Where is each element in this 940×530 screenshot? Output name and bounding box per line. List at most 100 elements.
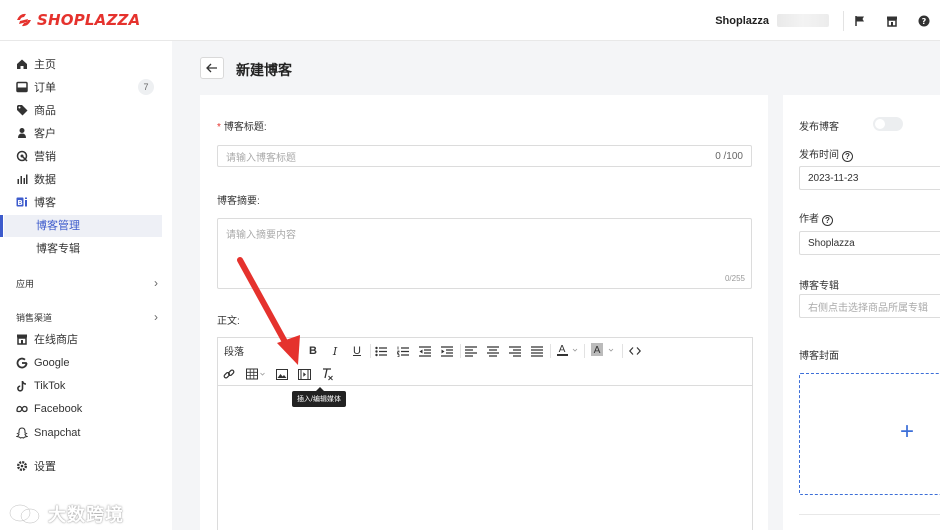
author-value: Shoplazza (808, 237, 855, 249)
sidebar-subitem-blog-albums[interactable]: 博客专辑 (4, 238, 162, 260)
align-center-icon[interactable] (486, 343, 500, 359)
sidebar-item-blog[interactable]: B 博客 (16, 192, 158, 212)
snapchat-icon (16, 427, 28, 439)
sidebar-item-home[interactable]: 主页 (16, 54, 158, 74)
shoplazza-logo[interactable]: SHOPLAZZA (15, 11, 140, 29)
image-icon[interactable] (275, 366, 289, 382)
sidebar-item-customers[interactable]: 客户 (16, 123, 158, 143)
store-domain-blurred (777, 14, 829, 27)
summary-label: 博客摘要: (217, 196, 260, 207)
shoplazza-logo-icon (17, 13, 31, 27)
meta-icon (16, 405, 28, 413)
publish-label: 发布博客 (799, 122, 839, 133)
cover-upload-area[interactable]: + (799, 373, 940, 495)
numbered-list-icon[interactable] (396, 343, 410, 359)
plus-icon: + (900, 418, 915, 445)
watermark: 大数跨境 (8, 501, 124, 527)
link-icon[interactable] (222, 366, 236, 382)
sidebar-item-marketing[interactable]: 营销 (16, 146, 158, 166)
sidebar-item-settings[interactable]: 设置 (16, 456, 158, 476)
publish-time-label: 发布时间? (799, 146, 853, 162)
question-icon[interactable]: ? (842, 151, 853, 162)
bullet-list-icon[interactable] (374, 343, 388, 359)
chevron-right-icon: › (154, 310, 158, 324)
bold-icon[interactable]: B (306, 343, 320, 359)
album-select[interactable]: 右侧点击选择商品所属专辑 (799, 294, 940, 318)
store-icon (17, 334, 27, 345)
sidebar-item-label: 商品 (34, 105, 56, 117)
home-icon (17, 59, 27, 69)
clear-format-icon[interactable] (320, 366, 334, 382)
back-button[interactable] (200, 57, 224, 79)
title-char-counter: 0 /100 (715, 150, 743, 162)
question-icon[interactable]: ? (822, 215, 833, 226)
store-name[interactable]: Shoplazza (715, 15, 769, 27)
sidebar-item-label: Snapchat (34, 427, 81, 439)
align-justify-icon[interactable] (530, 343, 544, 359)
table-icon[interactable] (245, 366, 267, 382)
google-icon (16, 357, 28, 369)
chevron-right-icon: › (154, 276, 158, 290)
sidebar-item-label: 设置 (34, 461, 56, 473)
flag-icon[interactable] (844, 15, 876, 27)
sidebar-item-orders[interactable]: 订单 7 (16, 77, 158, 97)
help-icon[interactable]: ? (908, 15, 940, 27)
order-icon (16, 81, 28, 93)
tag-icon (17, 105, 28, 116)
sidebar-item-label: 主页 (34, 59, 56, 71)
brand-name: SHOPLAZZA (37, 11, 141, 29)
sidebar-item-online-store[interactable]: 在线商店 (16, 329, 158, 349)
sidebar: 主页 订单 7 商品 客户 营销 数据 B 博客 博客管理 博客专辑 应用 › … (0, 41, 172, 530)
top-bar: SHOPLAZZA Shoplazza ? (0, 0, 940, 41)
outdent-icon[interactable] (418, 343, 432, 359)
sidebar-section-sales-channels[interactable]: 销售渠道 › (16, 310, 158, 324)
toolbar-divider (460, 344, 461, 358)
order-count-badge: 7 (138, 79, 154, 95)
sidebar-item-data[interactable]: 数据 (16, 169, 158, 189)
publish-toggle[interactable] (873, 117, 903, 131)
indent-icon[interactable] (440, 343, 454, 359)
watermark-text: 大数跨境 (48, 505, 124, 525)
publish-date-input[interactable]: 2023-11-23 (799, 166, 940, 190)
blog-form-card: * 博客标题: 请输入博客标题 0 /100 博客摘要: 请输入摘要内容 0/25… (200, 95, 768, 530)
annotation-arrow (237, 257, 300, 365)
section-label: 销售渠道 (16, 312, 53, 323)
gear-icon (17, 461, 27, 471)
album-label: 博客专辑 (799, 281, 839, 292)
page-title: 新建博客 (236, 62, 292, 78)
summary-placeholder: 请输入摘要内容 (226, 230, 296, 241)
tiktok-icon (17, 381, 27, 392)
divider (799, 514, 940, 515)
code-view-icon[interactable] (628, 343, 642, 359)
sidebar-item-facebook[interactable]: Facebook (16, 399, 158, 419)
section-label: 应用 (16, 278, 35, 289)
svg-text:A: A (594, 345, 601, 356)
align-left-icon[interactable] (464, 343, 478, 359)
blog-title-input[interactable]: 请输入博客标题 0 /100 (217, 145, 752, 167)
sidebar-item-snapchat[interactable]: Snapchat (16, 423, 158, 443)
sidebar-item-tiktok[interactable]: TikTok (16, 376, 158, 396)
arrow-left-icon (206, 63, 217, 73)
sidebar-subitem-blog-management[interactable]: 博客管理 (0, 215, 162, 237)
blog-settings-card: 发布博客 发布时间? 2023-11-23 作者? Shoplazza 博客专辑… (783, 95, 940, 530)
svg-text:A: A (559, 344, 566, 355)
underline-icon[interactable]: U (350, 343, 364, 359)
blog-icon: B (16, 197, 27, 207)
cover-label: 博客封面 (799, 351, 839, 362)
align-right-icon[interactable] (508, 343, 522, 359)
store-icon[interactable] (876, 15, 908, 27)
sidebar-item-products[interactable]: 商品 (16, 100, 158, 120)
author-input[interactable]: Shoplazza (799, 231, 940, 255)
background-color-icon[interactable]: A (590, 342, 618, 358)
toolbar-divider (622, 344, 623, 358)
user-icon (18, 128, 26, 138)
sidebar-item-label: 博客 (34, 197, 56, 209)
title-label: * 博客标题: (217, 122, 267, 133)
sidebar-section-apps[interactable]: 应用 › (16, 276, 158, 290)
italic-icon[interactable]: I (328, 343, 342, 359)
text-color-icon[interactable]: A (556, 342, 580, 358)
summary-char-counter: 0/255 (724, 274, 745, 283)
media-icon[interactable] (297, 366, 311, 382)
media-tooltip: 插入/编辑媒体 (292, 387, 346, 407)
sidebar-item-google[interactable]: Google (16, 353, 158, 373)
